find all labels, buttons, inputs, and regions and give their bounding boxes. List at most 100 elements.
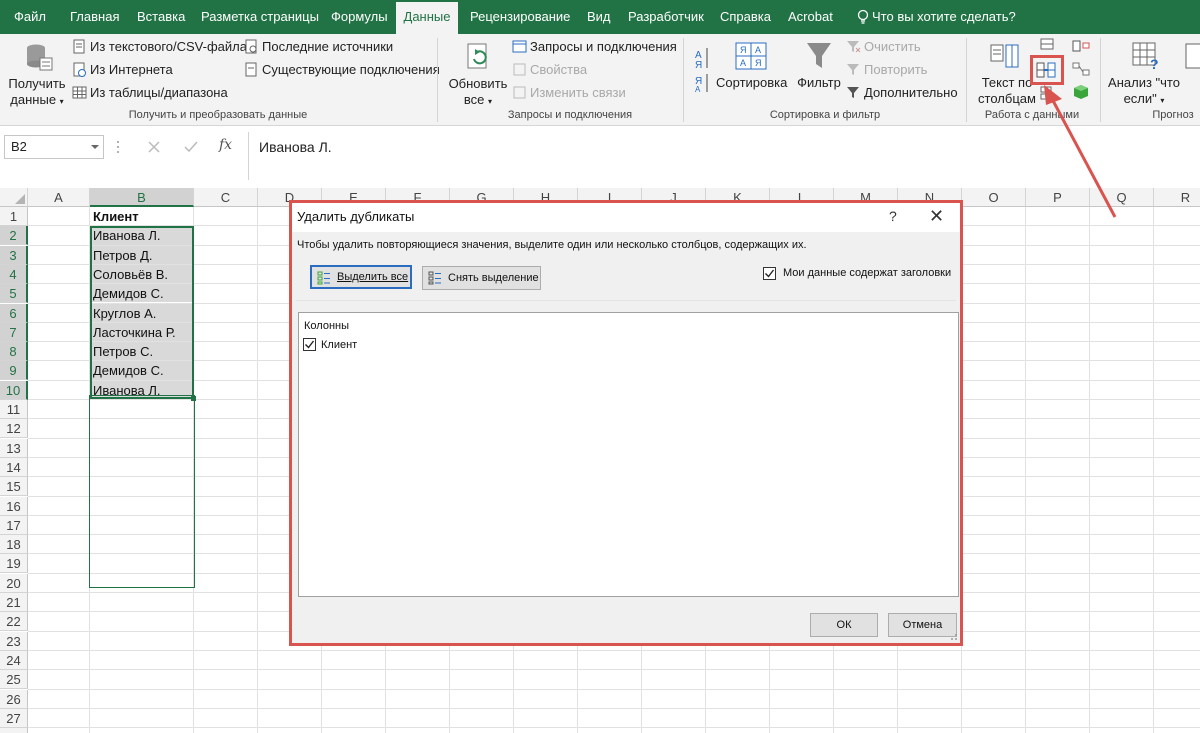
row-header-3[interactable]: 3	[0, 245, 28, 265]
tab-page-layout[interactable]: Разметка страницы	[197, 0, 323, 34]
svg-text:Я: Я	[740, 45, 747, 55]
tab-formulas[interactable]: Формулы	[327, 0, 392, 34]
column-checkbox[interactable]	[303, 338, 316, 351]
help-button[interactable]: ?	[889, 208, 897, 224]
drag-handle-icon[interactable]	[116, 139, 120, 155]
tab-developer[interactable]: Разработчик	[624, 0, 708, 34]
refresh-all-button[interactable]: Обновить все ▾	[445, 76, 511, 110]
queries-connections-button[interactable]: Запросы и подключения	[512, 39, 677, 54]
row-header-1[interactable]: 1	[0, 207, 28, 226]
name-box[interactable]: B2	[4, 135, 104, 159]
row-header-22[interactable]: 22	[0, 612, 28, 632]
tab-acrobat[interactable]: Acrobat	[784, 0, 837, 34]
close-icon[interactable]: ✕	[929, 206, 944, 227]
group-label-sort-filter: Сортировка и фильтр	[769, 109, 881, 121]
table-cell[interactable]: Иванова Л.	[90, 380, 194, 399]
properties-button[interactable]: Свойства	[512, 62, 587, 77]
cancel-button[interactable]: Отмена	[888, 613, 957, 637]
column-header-c[interactable]: C	[194, 188, 258, 207]
insert-function-button[interactable]: fx	[219, 137, 232, 153]
reapply-button[interactable]: Повторить	[846, 62, 927, 77]
table-cell[interactable]: Демидов С.	[90, 361, 194, 380]
row-header-12[interactable]: 12	[0, 419, 28, 439]
resize-grip-icon[interactable]	[948, 631, 958, 641]
row-header-2[interactable]: 2	[0, 226, 28, 246]
row-header-16[interactable]: 16	[0, 496, 28, 516]
existing-connections-button[interactable]: Существующие подключения	[244, 62, 440, 77]
relationships-icon[interactable]	[1072, 62, 1090, 76]
table-cell[interactable]: Ласточкина Р.	[90, 322, 194, 342]
table-cell[interactable]: Круглов А.	[90, 303, 194, 322]
row-header-15[interactable]: 15	[0, 477, 28, 497]
cancel-entry-icon[interactable]	[147, 140, 161, 154]
tell-me-search[interactable]: Что вы хотите сделать?	[868, 0, 1020, 34]
row-header-27[interactable]: 27	[0, 708, 28, 728]
table-cell[interactable]: Соловьёв В.	[90, 264, 194, 284]
tab-data[interactable]: Данные	[396, 2, 458, 34]
row-header-11[interactable]: 11	[0, 400, 28, 419]
column-header-o[interactable]: O	[962, 188, 1026, 207]
select-all-button[interactable]: Выделить все	[310, 265, 412, 289]
headers-checkbox[interactable]	[763, 267, 776, 280]
row-header-24[interactable]: 24	[0, 650, 28, 670]
row-header-25[interactable]: 25	[0, 670, 28, 690]
header-cell[interactable]: Клиент	[90, 207, 194, 225]
row-header-9[interactable]: 9	[0, 361, 28, 381]
from-table-button[interactable]: Из таблицы/диапазона	[72, 85, 228, 100]
select-all-corner[interactable]	[0, 188, 28, 207]
headers-checkbox-label[interactable]: Мои данные содержат заголовки	[783, 267, 951, 279]
confirm-entry-icon[interactable]	[183, 140, 199, 154]
row-header-7[interactable]: 7	[0, 322, 28, 342]
from-web-button[interactable]: Из Интернета	[72, 62, 173, 77]
row-header-14[interactable]: 14	[0, 457, 28, 477]
tab-help[interactable]: Справка	[716, 0, 775, 34]
tab-view[interactable]: Вид	[583, 0, 615, 34]
tab-home[interactable]: Главная	[66, 0, 123, 34]
fill-handle[interactable]	[191, 396, 196, 401]
forecast-sheet-icon[interactable]	[1184, 42, 1200, 70]
sort-button[interactable]: Сортировка	[716, 75, 787, 91]
row-header-10[interactable]: 10	[0, 380, 28, 400]
table-cell[interactable]: Петров Д.	[90, 245, 194, 264]
table-cell[interactable]: Петров С.	[90, 342, 194, 361]
row-header-18[interactable]: 18	[0, 535, 28, 555]
column-header-a[interactable]: A	[28, 188, 90, 207]
gridline-vertical	[1089, 207, 1090, 733]
unselect-all-button[interactable]: Снять выделение	[422, 266, 541, 290]
row-header-21[interactable]: 21	[0, 593, 28, 612]
filter-button[interactable]: Фильтр	[796, 75, 842, 91]
row-header-4[interactable]: 4	[0, 264, 28, 284]
row-header-6[interactable]: 6	[0, 303, 28, 323]
recent-sources-button[interactable]: Последние источники	[244, 39, 393, 54]
tab-file[interactable]: Файл	[10, 0, 50, 34]
row-header-19[interactable]: 19	[0, 554, 28, 574]
chevron-down-icon[interactable]	[91, 145, 99, 149]
from-text-csv-button[interactable]: Из текстового/CSV-файла	[72, 39, 247, 54]
tab-review[interactable]: Рецензирование	[466, 0, 574, 34]
advanced-filter-button[interactable]: Дополнительно	[846, 85, 958, 100]
row-header-20[interactable]: 20	[0, 573, 28, 593]
column-header-r[interactable]: R	[1154, 188, 1200, 207]
columns-list[interactable]: Колонны Клиент	[298, 312, 959, 597]
table-cell[interactable]: Демидов С.	[90, 284, 194, 303]
row-header-26[interactable]: 26	[0, 689, 28, 709]
consolidate-icon[interactable]	[1072, 40, 1090, 52]
dialog-titlebar[interactable]: Удалить дубликаты ? ✕	[292, 203, 960, 232]
ok-button[interactable]: ОК	[810, 613, 878, 637]
refresh-icon	[467, 43, 487, 69]
tab-insert[interactable]: Вставка	[133, 0, 189, 34]
get-data-button[interactable]: Получить данные ▾	[6, 76, 68, 110]
group-label-forecast: Прогноз	[1152, 109, 1194, 121]
column-header-b[interactable]: B	[90, 188, 194, 207]
text-to-columns-button[interactable]: Текст по столбцам	[978, 75, 1036, 107]
row-header-23[interactable]: 23	[0, 631, 28, 651]
edit-links-button[interactable]: Изменить связи	[512, 85, 626, 100]
row-header-28[interactable]: 28	[0, 728, 28, 733]
table-cell[interactable]: Иванова Л.	[90, 226, 194, 245]
row-header-8[interactable]: 8	[0, 342, 28, 362]
row-header-17[interactable]: 17	[0, 515, 28, 535]
column-checkbox-label[interactable]: Клиент	[321, 339, 357, 351]
row-header-5[interactable]: 5	[0, 284, 28, 304]
clear-filter-button[interactable]: Очистить	[846, 39, 921, 54]
row-header-13[interactable]: 13	[0, 438, 28, 458]
